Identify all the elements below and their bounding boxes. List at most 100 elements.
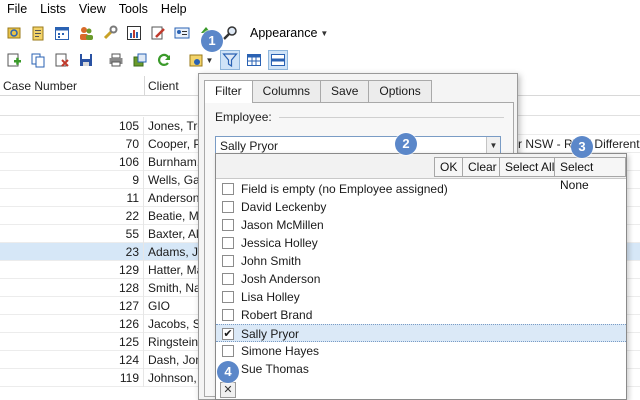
edit-button[interactable]	[148, 23, 168, 43]
client-cell: Johnson,	[148, 371, 197, 385]
checkbox[interactable]	[222, 237, 234, 249]
checkbox[interactable]	[222, 345, 234, 357]
split-panel-icon	[271, 54, 285, 66]
list-item-label: David Leckenby	[241, 200, 327, 214]
client-cell: Hatter, Ma	[148, 263, 204, 277]
checkbox[interactable]	[222, 201, 234, 213]
list-item[interactable]: ✔ Sally Pryor	[216, 324, 626, 342]
checkbox[interactable]	[222, 291, 234, 303]
view-options-button[interactable]: ▼	[186, 50, 216, 70]
checkbox[interactable]	[222, 273, 234, 285]
copy-icon	[31, 53, 45, 68]
id-card-button[interactable]	[172, 23, 192, 43]
client-cell: Dash, Jon	[148, 353, 203, 367]
add-document-icon	[7, 53, 21, 67]
tools-button[interactable]	[100, 23, 120, 43]
checkbox[interactable]	[222, 309, 234, 321]
save-button[interactable]	[76, 50, 96, 70]
list-item-label: Jason McMillen	[241, 218, 324, 232]
menu-lists[interactable]: Lists	[33, 0, 72, 18]
menu-tools[interactable]: Tools	[112, 0, 154, 18]
delete-document-icon	[55, 53, 69, 67]
calendar-icon	[55, 27, 69, 40]
callout-badge-2: 2	[395, 133, 417, 155]
list-item[interactable]: Jason McMillen	[216, 216, 626, 234]
case-number-cell: 125	[0, 333, 144, 351]
list-item[interactable]: Jessica Holley	[216, 234, 626, 252]
client-cell: Beatie, Ma	[148, 209, 206, 223]
list-item[interactable]: Field is empty (no Employee assigned)	[216, 180, 626, 198]
list-item-label: Field is empty (no Employee assigned)	[241, 182, 448, 196]
copy-button[interactable]	[28, 50, 48, 70]
group-divider	[279, 117, 504, 118]
checkbox[interactable]	[222, 183, 234, 195]
client-cell: Burnham,	[148, 155, 201, 169]
clipboard-button[interactable]	[28, 23, 48, 43]
refresh-case-icon	[7, 27, 21, 39]
menu-bar: File Lists View Tools Help	[0, 0, 640, 18]
list-item[interactable]: Lisa Holley	[216, 288, 626, 306]
list-item[interactable]: Sue Thomas	[216, 360, 626, 378]
menu-view[interactable]: View	[72, 0, 112, 18]
ok-button[interactable]: OK	[434, 157, 464, 177]
list-item-label: Sue Thomas	[241, 362, 309, 376]
calendar-button[interactable]	[52, 23, 72, 43]
gear-dropdown-icon	[189, 54, 203, 67]
case-number-cell: 126	[0, 315, 144, 333]
case-number-cell: 119	[0, 369, 144, 387]
client-cell: Ringstein,	[148, 335, 202, 349]
checkbox-checked[interactable]: ✔	[222, 328, 234, 340]
list-item[interactable]: Simone Hayes	[216, 342, 626, 360]
clipboard-icon	[32, 26, 44, 41]
report-button[interactable]	[124, 23, 144, 43]
tab-columns[interactable]: Columns	[251, 80, 322, 102]
checkbox[interactable]	[222, 219, 234, 231]
layout-button[interactable]	[268, 50, 288, 70]
client-cell: GIO	[148, 299, 171, 313]
new-case-button[interactable]	[4, 23, 24, 43]
contacts-button[interactable]	[76, 23, 96, 43]
search-button[interactable]	[220, 23, 240, 43]
tab-save[interactable]: Save	[320, 80, 370, 102]
case-number-cell: 124	[0, 351, 144, 369]
print-button[interactable]	[106, 50, 126, 70]
menu-help[interactable]: Help	[154, 0, 193, 18]
list-item[interactable]: Robert Brand	[216, 306, 626, 324]
case-number-cell: 22	[0, 207, 144, 225]
employee-group-label: Employee:	[215, 110, 272, 124]
select-none-button[interactable]: Select None	[554, 157, 626, 192]
delete-button[interactable]	[52, 50, 72, 70]
list-item-label: John Smith	[241, 254, 302, 268]
tab-options[interactable]: Options	[368, 80, 432, 102]
wrench-icon	[103, 25, 118, 40]
menu-file[interactable]: File	[0, 0, 33, 18]
magnifier-icon	[223, 26, 237, 40]
case-number-cell: 11	[0, 189, 144, 207]
list-item[interactable]: John Smith	[216, 252, 626, 270]
secondary-toolbar: ▼	[0, 47, 640, 73]
clear-button[interactable]: Clear	[462, 157, 503, 177]
client-cell: Anderson,	[148, 191, 203, 205]
list-item[interactable]: Josh Anderson	[216, 270, 626, 288]
column-header-case-number[interactable]: Case Number	[0, 76, 145, 96]
list-item[interactable]: David Leckenby	[216, 198, 626, 216]
case-number-cell: 9	[0, 171, 144, 189]
close-icon[interactable]: ✕	[220, 382, 236, 398]
case-number-cell: 128	[0, 279, 144, 297]
table-grid-icon	[247, 54, 261, 66]
appearance-menu[interactable]: Appearance ▼	[250, 26, 328, 40]
list-item-label: Jessica Holley	[241, 236, 318, 250]
filter-button[interactable]	[220, 50, 240, 70]
columns-button[interactable]	[244, 50, 264, 70]
case-number-cell: 70	[0, 135, 144, 153]
checkbox[interactable]	[222, 255, 234, 267]
client-cell: Cooper, P	[148, 137, 202, 151]
funnel-icon	[222, 53, 238, 68]
add-button[interactable]	[4, 50, 24, 70]
select-all-button[interactable]: Select All	[499, 157, 561, 177]
export-button[interactable]	[130, 50, 150, 70]
list-item-label: Sally Pryor	[241, 327, 300, 341]
tab-filter[interactable]: Filter	[204, 80, 253, 103]
refresh-button[interactable]	[154, 50, 174, 70]
callout-badge-3: 3	[571, 136, 593, 158]
